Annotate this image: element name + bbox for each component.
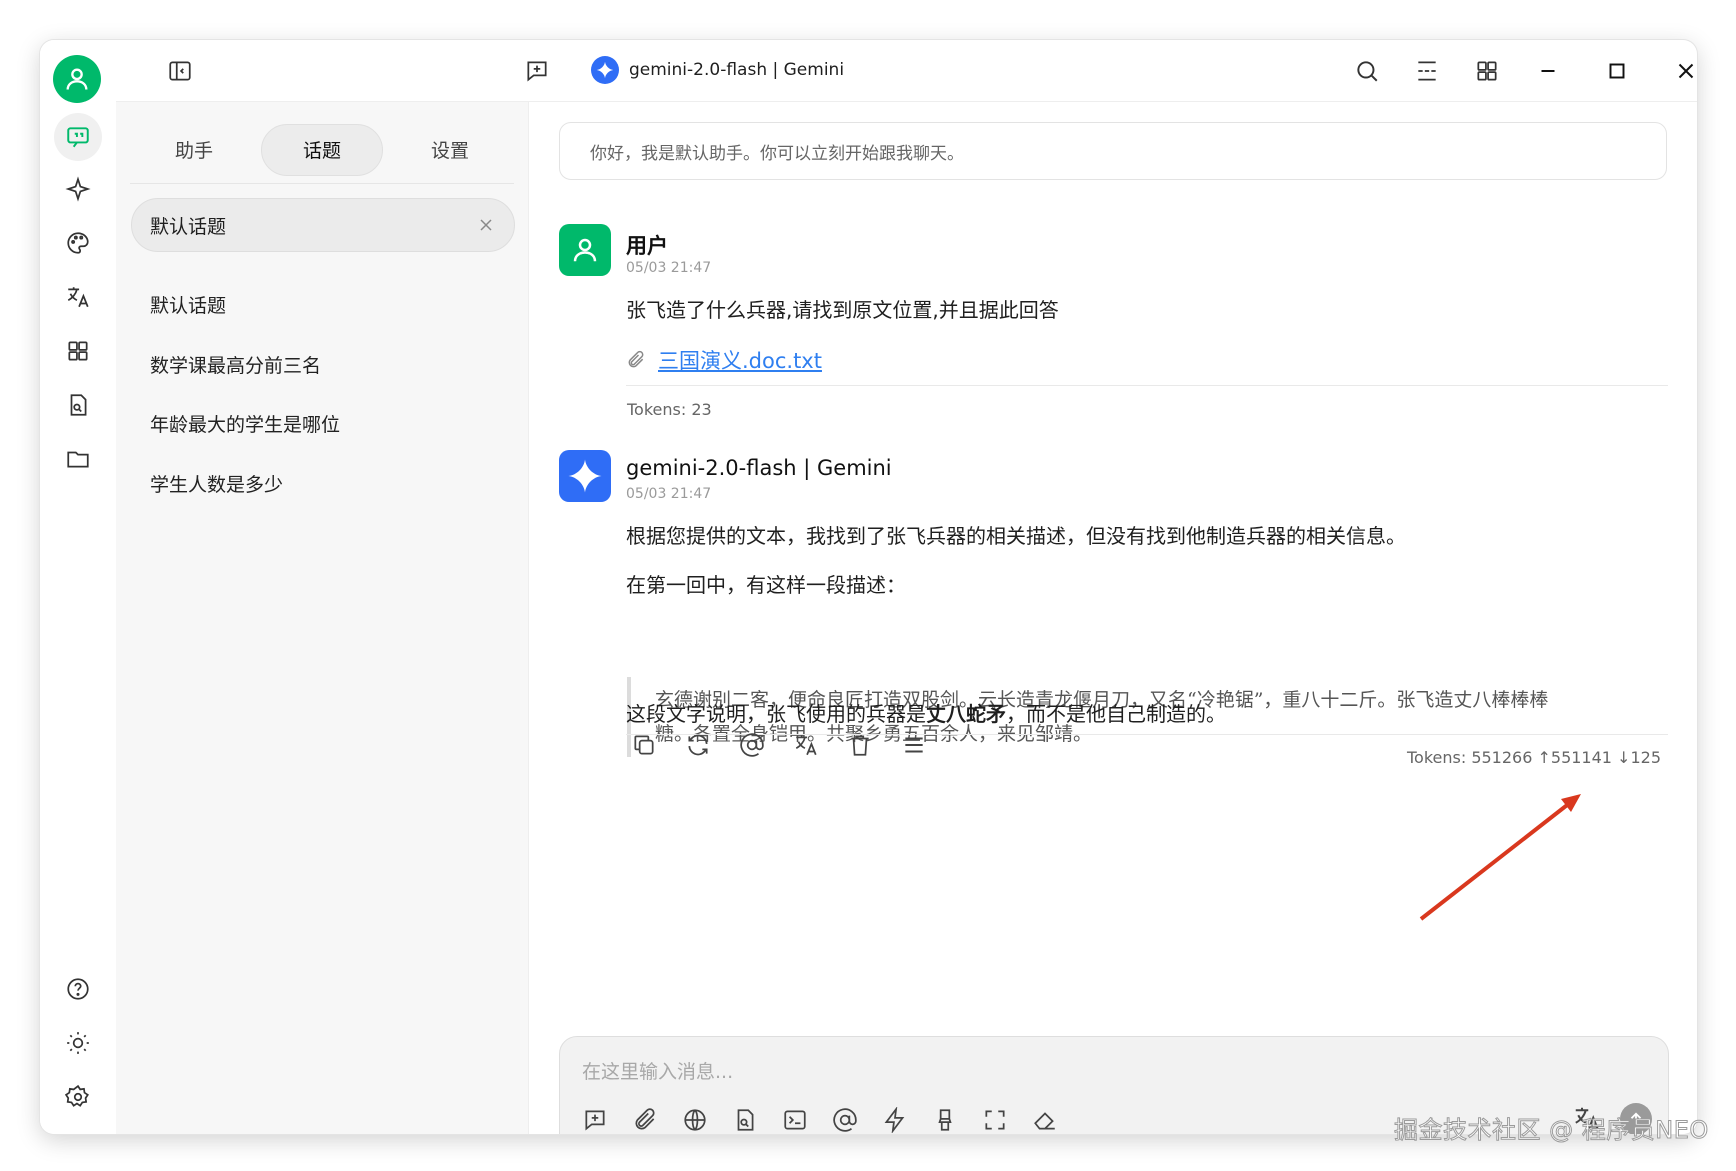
grid-icon <box>68 341 88 361</box>
model-title-text: gemini-2.0-flash | Gemini <box>629 60 845 80</box>
prompt-tool[interactable] <box>780 1105 810 1134</box>
mention-model-tool[interactable] <box>830 1105 860 1134</box>
icon-rail <box>40 40 116 1134</box>
message-input[interactable]: 在这里输入消息... <box>582 1057 733 1084</box>
topic-item[interactable]: 年龄最大的学生是哪位 <box>150 410 340 437</box>
mini-apps-button[interactable] <box>1471 55 1503 87</box>
translate-nav-button[interactable] <box>54 273 102 321</box>
composer-toolbar <box>580 1105 1060 1134</box>
web-search-tool[interactable] <box>680 1105 710 1134</box>
help-button[interactable] <box>54 965 102 1013</box>
clear-input-tool[interactable] <box>1030 1105 1060 1134</box>
new-chat-icon <box>585 1110 605 1131</box>
watermark: 掘金技术社区 @ 程序员NEO <box>1394 1116 1709 1145</box>
gemini-logo-icon <box>591 56 619 84</box>
chat-nav-button[interactable] <box>54 113 102 161</box>
sun-icon <box>67 1032 89 1054</box>
sidebar-collapse-icon <box>169 61 191 81</box>
translate-icon <box>67 287 89 308</box>
search-button[interactable] <box>1351 55 1383 87</box>
topic-item[interactable]: 数学课最高分前三名 <box>150 351 321 378</box>
maximize-button[interactable] <box>1601 55 1633 87</box>
user-icon <box>66 68 88 90</box>
theme-button[interactable] <box>54 1019 102 1067</box>
new-chat-icon <box>527 61 547 82</box>
model-selector[interactable]: gemini-2.0-flash | Gemini <box>591 56 844 84</box>
terminal-icon <box>784 1110 806 1130</box>
minimize-icon <box>1541 70 1555 72</box>
close-icon[interactable] <box>476 215 496 235</box>
sidebar-tabs: 助手 话题 设置 <box>130 116 514 184</box>
layout-icon <box>1418 61 1436 81</box>
tab-topics[interactable]: 话题 <box>261 123 383 176</box>
annotation-arrow <box>1419 794 1581 921</box>
knowledge-base-tool[interactable] <box>730 1105 760 1134</box>
attach-tool[interactable] <box>630 1105 660 1134</box>
apps-nav-button[interactable] <box>54 327 102 375</box>
maximize-icon <box>1609 63 1625 79</box>
broom-icon <box>938 1109 952 1131</box>
topic-label: 默认话题 <box>150 215 227 238</box>
close-icon <box>1678 63 1694 79</box>
tab-assistants[interactable]: 助手 <box>133 124 255 176</box>
agents-nav-button[interactable] <box>54 165 102 213</box>
new-topic-tool[interactable] <box>580 1105 610 1134</box>
title-bar: gemini-2.0-flash | Gemini <box>116 40 1697 102</box>
paperclip-icon <box>635 1108 655 1130</box>
close-window-button[interactable] <box>1670 55 1697 87</box>
lightning-icon <box>884 1107 905 1133</box>
folder-nav-button[interactable] <box>54 435 102 483</box>
folder-icon <box>67 451 89 468</box>
user-avatar[interactable] <box>53 55 101 103</box>
app-window: gemini-2.0-flash | Gemini 助手 话题 设置 默认话题 <box>40 40 1697 1134</box>
expand-icon <box>985 1110 1005 1130</box>
settings-button[interactable] <box>54 1073 102 1121</box>
at-icon <box>833 1108 857 1132</box>
new-topic-button[interactable] <box>521 55 553 87</box>
topic-item[interactable]: 学生人数是多少 <box>150 470 283 497</box>
topic-item-active[interactable]: 默认话题 <box>131 198 515 252</box>
search-icon <box>1357 61 1378 82</box>
paint-nav-button[interactable] <box>54 219 102 267</box>
topic-item[interactable]: 默认话题 <box>150 291 226 318</box>
palette-icon <box>67 232 89 254</box>
minimize-button[interactable] <box>1532 55 1564 87</box>
files-nav-button[interactable] <box>54 381 102 429</box>
clear-topic-tool[interactable] <box>930 1105 960 1134</box>
fullscreen-tool[interactable] <box>980 1105 1010 1134</box>
toggle-sidebar-button[interactable] <box>164 55 196 87</box>
grid-icon <box>1477 61 1497 81</box>
globe-icon <box>684 1109 706 1131</box>
chat-panel: 你好，我是默认助手。你可以立刻开始跟我聊天。 用户 05/03 21:47 张飞… <box>529 102 1697 1134</box>
file-search-icon <box>737 1109 754 1131</box>
gear-icon <box>65 1084 89 1107</box>
chat-icon <box>67 127 89 148</box>
eraser-icon <box>1034 1112 1055 1130</box>
tab-settings[interactable]: 设置 <box>389 124 511 176</box>
quick-phrase-tool[interactable] <box>880 1105 910 1134</box>
help-icon <box>67 978 89 1000</box>
file-search-icon <box>70 394 87 416</box>
topics-sidebar: 助手 话题 设置 默认话题 默认话题 数学课最高分前三名 年龄最大的学生是哪位 … <box>116 102 529 1134</box>
layout-button[interactable] <box>1411 55 1443 87</box>
sparkle-icon <box>65 176 91 202</box>
